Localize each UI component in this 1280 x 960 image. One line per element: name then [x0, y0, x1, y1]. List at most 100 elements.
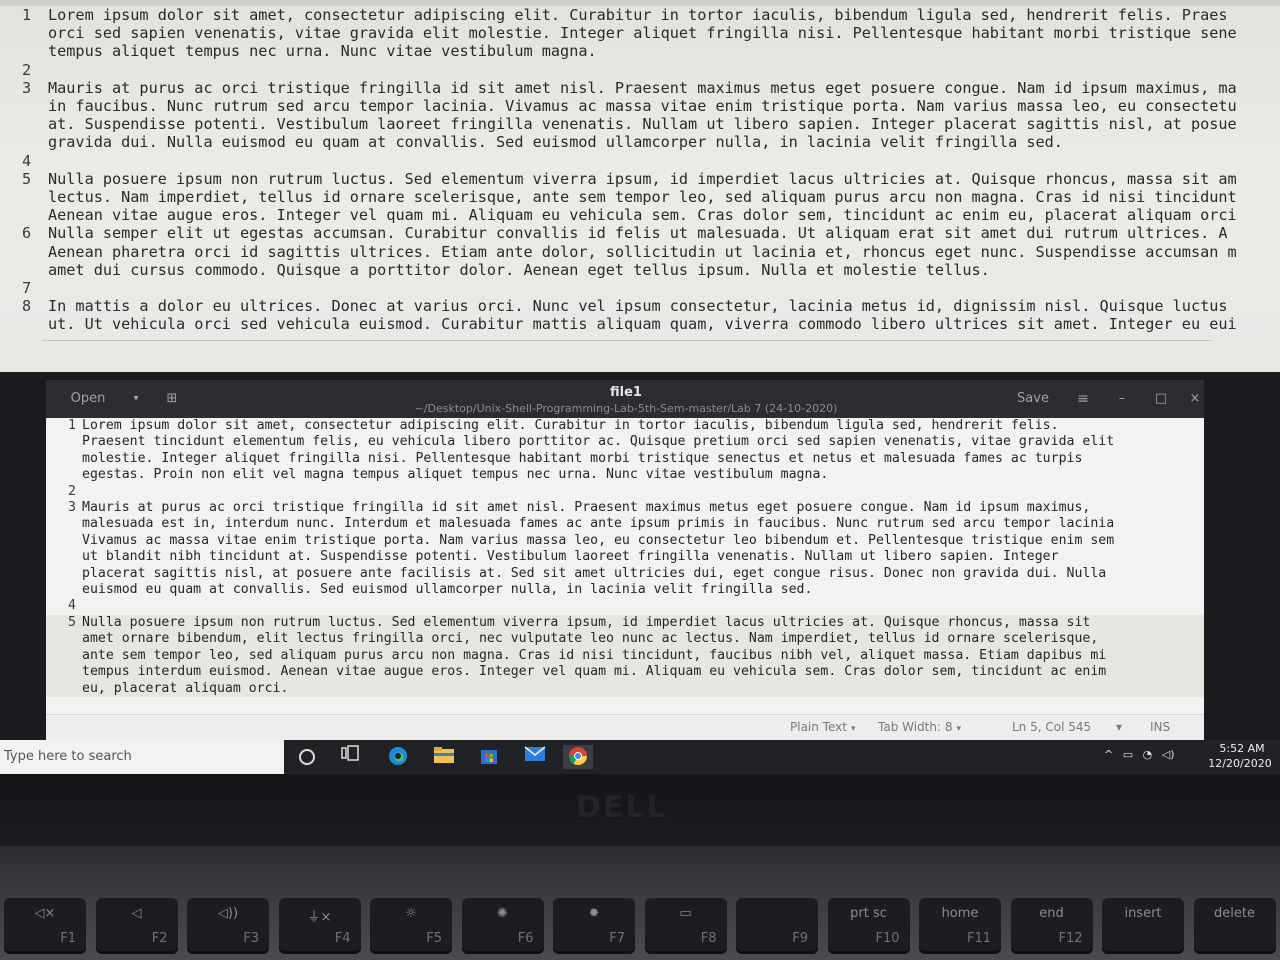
- keyboard-key[interactable]: delete: [1193, 898, 1276, 954]
- file-explorer-icon[interactable]: [432, 745, 456, 769]
- chrome-glyph: [569, 747, 587, 766]
- battery-icon[interactable]: ▭: [1123, 748, 1133, 761]
- text-line: 1 Lorem ipsum dolor sit amet, consectetur…: [46, 418, 1204, 434]
- line-text: euismod eu quam at convallis. Sed euismo…: [82, 582, 813, 598]
- hamburger-menu-icon[interactable]: ≡: [1071, 386, 1095, 412]
- key-label: ☼: [405, 906, 417, 921]
- keyboard-key[interactable]: ◁× F1: [4, 898, 86, 954]
- line-text: amet dui cursus commodo. Quisque a portt…: [48, 260, 990, 279]
- text-line: Vivamus ac massa vitae enim tristique po…: [46, 533, 1204, 549]
- keyboard-key[interactable]: insert: [1102, 898, 1184, 954]
- mail-glyph: [524, 746, 546, 761]
- folder-glyph: [434, 747, 454, 763]
- close-icon[interactable]: ×: [1186, 386, 1204, 412]
- keyboard-key[interactable]: home F11: [919, 898, 1001, 954]
- text-line: 2: [46, 484, 1204, 500]
- cortana-ring: [299, 749, 315, 765]
- key-label: ⏚×: [307, 910, 332, 925]
- key-label: ◁×: [34, 906, 56, 921]
- cortana-icon[interactable]: [295, 745, 319, 769]
- line-text: tempus interdum euismod. Aenean vitae au…: [82, 664, 1107, 680]
- key-label: insert: [1124, 906, 1162, 921]
- key-label: ◁: [131, 906, 142, 921]
- keyboard-key[interactable]: ◁)) F3: [187, 898, 269, 954]
- tab-width-selector[interactable]: Tab Width: 8 ▾: [878, 720, 961, 734]
- key-sublabel: F10: [875, 931, 900, 946]
- language-selector[interactable]: Plain Text ▾: [790, 720, 855, 734]
- edge-icon[interactable]: [386, 745, 410, 769]
- line-text: Aenean vitae augue eros. Integer vel qua…: [48, 206, 1237, 225]
- open-dropdown-icon[interactable]: ▾: [126, 386, 146, 412]
- clock-time[interactable]: 5:52 AM: [1214, 742, 1270, 755]
- line-number: 3: [22, 78, 32, 97]
- status-bar: Plain Text ▾ Tab Width: 8 ▾ Ln 5, Col 545 …: [46, 714, 1204, 740]
- background-text-line: 5 Nulla posuere ipsum non rutrum luctus. …: [22, 170, 1237, 188]
- network-icon[interactable]: ◔: [1143, 748, 1153, 761]
- taskbar-search-box[interactable]: Type here to search: [0, 740, 284, 774]
- line-text: Lorem ipsum dolor sit amet, consectetur …: [48, 6, 1228, 24]
- text-line: malesuada est in, interdum nunc. Interdu…: [46, 516, 1204, 532]
- keyboard-key[interactable]: end F12: [1010, 898, 1093, 954]
- editor-text-area[interactable]: 1 Lorem ipsum dolor sit amet, consectetur…: [46, 418, 1204, 708]
- line-number: 7: [22, 279, 32, 298]
- keyboard-key[interactable]: ✺ F6: [461, 898, 544, 954]
- key-label: ✹: [588, 906, 600, 921]
- line-text: Nulla posuere ipsum non rutrum luctus. S…: [82, 614, 1091, 630]
- task-view-icon[interactable]: [338, 745, 362, 769]
- new-tab-icon[interactable]: ⊞: [160, 386, 184, 412]
- text-line: molestie. Integer aliquet fringilla nisi…: [46, 451, 1204, 467]
- current-line: tempus interdum euismod. Aenean vitae au…: [46, 664, 1204, 681]
- tray-chevron-icon[interactable]: ^: [1104, 748, 1113, 761]
- background-text-line: amet dui cursus commodo. Quisque a portt…: [22, 261, 1237, 279]
- minimize-icon[interactable]: –: [1112, 386, 1132, 412]
- line-number: 2: [22, 60, 32, 79]
- key-sublabel: F2: [151, 931, 168, 946]
- keyboard-key[interactable]: F9: [736, 898, 818, 954]
- insert-mode-indicator[interactable]: INS: [1150, 720, 1170, 734]
- key-sublabel: F8: [700, 931, 717, 946]
- line-number: 4: [22, 151, 32, 170]
- key-sublabel: F9: [792, 931, 808, 946]
- chevron-down-icon: ▾: [850, 724, 856, 734]
- background-text-line: gravida dui. Nulla euismod eu quam at co…: [22, 133, 1237, 151]
- line-number: 8: [22, 297, 32, 316]
- function-key-row: ◁× F1 ◁ F2 ◁)) F3 ⏚× F4 ☼ F5 ✺ F6 ✹ F7 ▭ F8 F9 prt sc F10 h…: [0, 898, 1280, 960]
- keyboard-key[interactable]: ▭ F8: [644, 898, 727, 954]
- background-text-line: Aenean pharetra orci id sagittis ultrice…: [22, 243, 1237, 261]
- gedit-window: Open ▾ ⊞ file1 ~/Desktop/Unix-Shell-Prog…: [46, 380, 1204, 740]
- line-text: Lorem ipsum dolor sit amet, consectetur …: [82, 418, 1059, 433]
- keyboard-key[interactable]: ◁ F2: [95, 898, 178, 954]
- cursor-position[interactable]: Ln 5, Col 545: [1012, 720, 1091, 734]
- keyboard-key[interactable]: ⏚× F4: [278, 898, 361, 954]
- edge-glyph: [389, 747, 407, 765]
- system-tray[interactable]: ^ ▭ ◔ ◁): [1104, 748, 1208, 766]
- line-text: in faucibus. Nunc rutrum sed arcu tempor…: [48, 97, 1237, 116]
- line-text: ante sem tempor leo, sed aliquam purus a…: [82, 647, 1107, 663]
- chrome-icon[interactable]: [563, 745, 593, 769]
- open-button[interactable]: Open: [60, 386, 116, 412]
- store-icon[interactable]: [477, 745, 501, 769]
- clock-date[interactable]: 12/20/2020: [1208, 757, 1272, 770]
- mail-icon[interactable]: [523, 745, 547, 769]
- key-label: end: [1039, 906, 1064, 921]
- background-text-area[interactable]: 1 Lorem ipsum dolor sit amet, consectetur…: [22, 6, 1237, 334]
- line-number: 4: [68, 598, 76, 614]
- text-line: Praesent tincidunt elementum felis, eu v…: [46, 434, 1204, 450]
- chevron-down-icon: ▾: [956, 724, 962, 734]
- tab-width-label: Tab Width: 8: [878, 720, 953, 734]
- header-bar: Open ▾ ⊞ file1 ~/Desktop/Unix-Shell-Prog…: [46, 380, 1204, 418]
- maximize-icon[interactable]: □: [1151, 386, 1171, 412]
- volume-icon[interactable]: ◁): [1162, 748, 1175, 761]
- chevron-down-icon[interactable]: ▾: [1116, 720, 1122, 734]
- background-text-line: 4: [22, 152, 1237, 170]
- keyboard-key[interactable]: ✹ F7: [553, 898, 635, 954]
- keyboard-key[interactable]: prt sc F10: [827, 898, 910, 954]
- key-sublabel: F3: [243, 931, 259, 946]
- keyboard-key[interactable]: ☼ F5: [370, 898, 452, 954]
- current-line: ante sem tempor leo, sed aliquam purus a…: [46, 647, 1204, 665]
- key-sublabel: F12: [1058, 931, 1083, 946]
- background-text-line: in faucibus. Nunc rutrum sed arcu tempor…: [22, 97, 1237, 115]
- save-button[interactable]: Save: [1008, 386, 1058, 412]
- key-label: home: [941, 906, 979, 921]
- background-text-line: 3 Mauris at purus ac orci tristique fring…: [22, 79, 1237, 97]
